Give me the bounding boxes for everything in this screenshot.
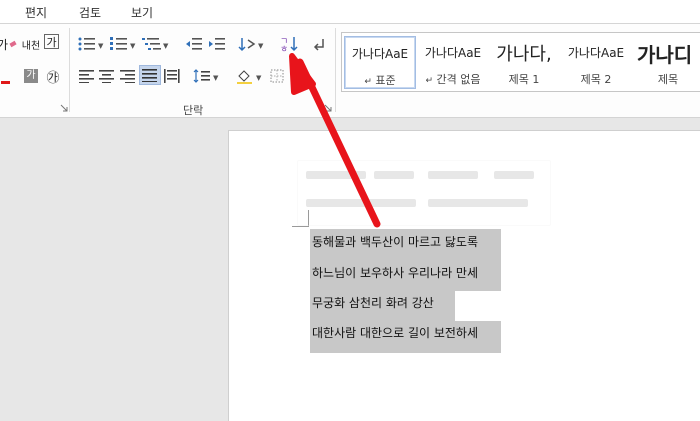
annotation-arrow — [289, 53, 381, 228]
